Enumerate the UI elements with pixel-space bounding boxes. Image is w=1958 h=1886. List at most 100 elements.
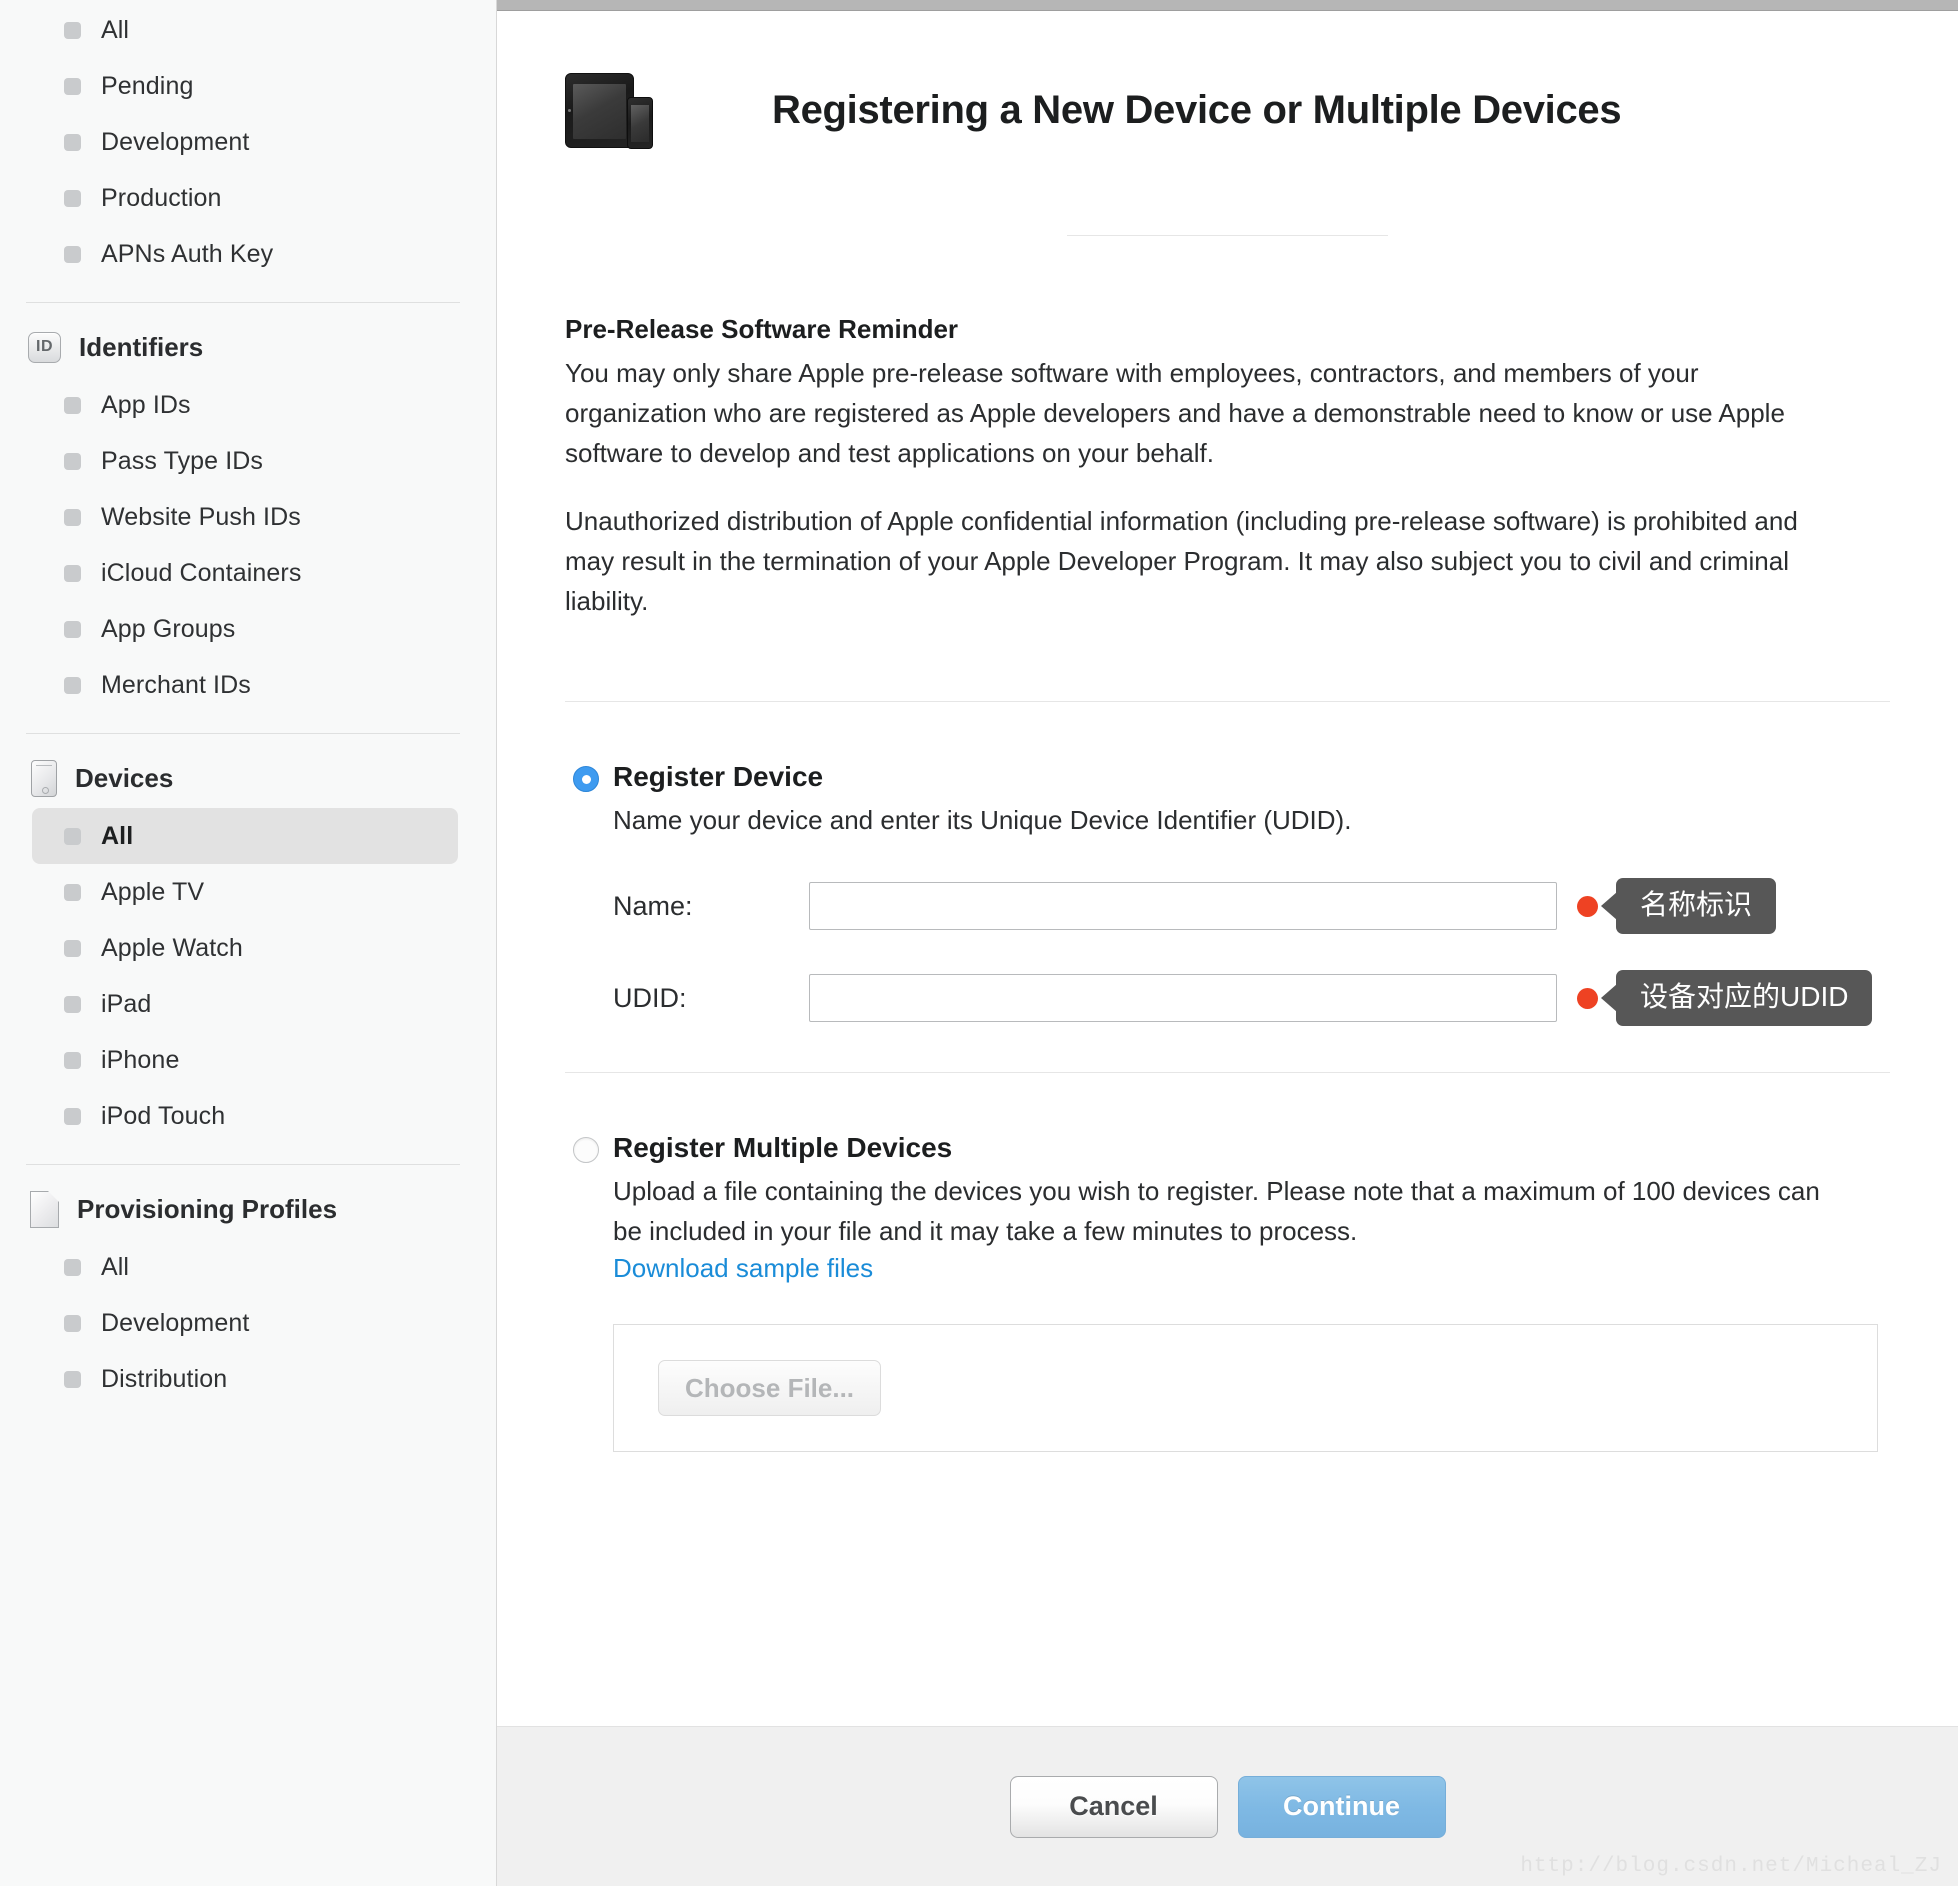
file-upload-box: Choose File... <box>613 1324 1878 1452</box>
watermark-text: http://blog.csdn.net/Micheal_ZJ <box>1520 1855 1942 1878</box>
sidebar-item-pass-type-ids[interactable]: Pass Type IDs <box>32 433 458 489</box>
download-sample-files-link[interactable]: Download sample files <box>613 1253 873 1284</box>
sidebar-item-apple-tv[interactable]: Apple TV <box>32 864 458 920</box>
udid-annotation-callout: 设备对应的UDID <box>1600 970 1873 1026</box>
sidebar-item-certificates-all[interactable]: All <box>32 2 458 58</box>
name-field-row: Name: 名称标识 <box>613 878 1890 934</box>
name-annotation-callout: 名称标识 <box>1600 878 1777 934</box>
cancel-button[interactable]: Cancel <box>1009 1775 1218 1838</box>
annotation-dot-icon <box>1577 987 1598 1009</box>
register-device-form: Name: 名称标识 UDID: 设备对应的UDID <box>613 878 1890 1026</box>
id-badge-icon: ID <box>28 331 61 363</box>
udid-input[interactable] <box>809 974 1557 1022</box>
bullet-icon <box>64 1051 81 1069</box>
sidebar-item-ipad[interactable]: iPad <box>32 976 458 1032</box>
sidebar-group-label: Devices <box>75 762 174 793</box>
bullet-icon <box>64 564 81 582</box>
sidebar-item-apns-auth-key[interactable]: APNs Auth Key <box>32 226 458 282</box>
sidebar-item-website-push-ids[interactable]: Website Push IDs <box>32 489 458 545</box>
sidebar-item-profiles-development[interactable]: Development <box>32 1295 458 1351</box>
sidebar-item-profiles-all[interactable]: All <box>32 1239 458 1295</box>
sidebar-item-label: Website Push IDs <box>101 502 301 531</box>
sidebar-item-label: App Groups <box>101 614 236 643</box>
notice-paragraph-2: Unauthorized distribution of Apple confi… <box>565 506 1798 616</box>
sidebar-divider <box>26 733 460 734</box>
register-multiple-section: Register Multiple Devices Upload a file … <box>497 1131 1958 1452</box>
sidebar: All Pending Development Production APNs … <box>0 0 497 1886</box>
register-device-title: Register Device <box>613 761 824 792</box>
sidebar-item-app-ids[interactable]: App IDs <box>32 377 458 433</box>
sidebar-item-label: All <box>101 821 134 850</box>
bullet-icon <box>64 1107 81 1125</box>
sidebar-item-production[interactable]: Production <box>32 170 458 226</box>
sidebar-group-identifiers: ID Identifiers <box>0 321 496 373</box>
bullet-icon <box>64 676 81 694</box>
notice-paragraph-1: You may only share Apple pre-release sof… <box>565 358 1785 468</box>
sidebar-item-label: App IDs <box>101 390 191 419</box>
sidebar-item-label: Development <box>101 1308 250 1337</box>
sidebar-item-merchant-ids[interactable]: Merchant IDs <box>32 657 458 713</box>
bullet-icon <box>64 77 81 95</box>
notice-section: Pre-Release Software Reminder You may on… <box>497 314 1958 621</box>
sidebar-item-label: Development <box>101 127 250 156</box>
register-multiple-option[interactable]: Register Multiple Devices Upload a file … <box>565 1131 1890 1284</box>
sidebar-group-provisioning-profiles: Provisioning Profiles <box>0 1183 496 1235</box>
page-header: Registering a New Device or Multiple Dev… <box>497 11 1958 149</box>
document-icon <box>30 1190 59 1228</box>
register-device-option[interactable]: Register Device Name your device and ent… <box>565 760 1890 1026</box>
bullet-icon <box>64 1370 81 1388</box>
udid-field-label: UDID: <box>613 982 687 1013</box>
sidebar-group-label: Provisioning Profiles <box>77 1193 338 1224</box>
sidebar-item-development[interactable]: Development <box>32 114 458 170</box>
bullet-icon <box>64 939 81 957</box>
bullet-icon <box>64 133 81 151</box>
sidebar-item-profiles-distribution[interactable]: Distribution <box>32 1351 458 1407</box>
sidebar-item-icloud-containers[interactable]: iCloud Containers <box>32 545 458 601</box>
continue-button[interactable]: Continue <box>1237 1775 1446 1838</box>
bullet-icon <box>64 1258 81 1276</box>
register-multiple-radio[interactable] <box>573 1137 599 1163</box>
register-multiple-title: Register Multiple Devices <box>613 1132 953 1163</box>
sidebar-item-label: Apple TV <box>101 877 205 906</box>
sidebar-item-app-groups[interactable]: App Groups <box>32 601 458 657</box>
bullet-icon <box>64 1314 81 1332</box>
sidebar-item-devices-all[interactable]: All <box>32 808 458 864</box>
header-divider <box>1067 235 1388 236</box>
bullet-icon <box>64 21 81 39</box>
dialog-footer: Cancel Continue http://blog.csdn.net/Mic… <box>497 1726 1958 1886</box>
sidebar-item-apple-watch[interactable]: Apple Watch <box>32 920 458 976</box>
sidebar-item-label: iPod Touch <box>101 1101 226 1130</box>
sidebar-item-label: iCloud Containers <box>101 558 302 587</box>
notice-heading: Pre-Release Software Reminder <box>565 314 959 344</box>
sidebar-item-label: APNs Auth Key <box>101 239 274 268</box>
sidebar-item-label: Production <box>101 183 222 212</box>
register-device-description: Name your device and enter its Unique De… <box>613 805 1352 835</box>
ipad-iphone-icon <box>565 71 660 149</box>
bullet-icon <box>64 508 81 526</box>
page-title: Registering a New Device or Multiple Dev… <box>772 87 1622 132</box>
bullet-icon <box>64 189 81 207</box>
choose-file-button[interactable]: Choose File... <box>658 1360 882 1416</box>
bullet-icon <box>64 452 81 470</box>
sidebar-item-label: iPad <box>101 989 152 1018</box>
dialog-titlebar <box>497 0 1958 11</box>
sidebar-item-label: Pending <box>101 71 194 100</box>
device-registration-screen: All Pending Development Production APNs … <box>0 0 1958 1886</box>
sidebar-group-label: Identifiers <box>79 331 204 362</box>
name-input[interactable] <box>809 882 1557 930</box>
content-area: Registering a New Device or Multiple Dev… <box>497 11 1958 1726</box>
sidebar-top-list: All Pending Development Production APNs … <box>0 2 496 282</box>
sidebar-item-ipod-touch[interactable]: iPod Touch <box>32 1088 458 1144</box>
sidebar-item-label: All <box>101 1252 130 1281</box>
sidebar-item-label: Pass Type IDs <box>101 446 264 475</box>
sidebar-item-label: Apple Watch <box>101 933 243 962</box>
sidebar-divider <box>26 302 460 303</box>
annotation-dot-icon <box>1577 895 1598 917</box>
register-multiple-description: Upload a file containing the devices you… <box>613 1176 1820 1246</box>
mobile-device-icon <box>31 759 57 797</box>
register-device-radio[interactable] <box>573 766 599 792</box>
bullet-icon <box>64 995 81 1013</box>
sidebar-item-iphone[interactable]: iPhone <box>32 1032 458 1088</box>
name-field-label: Name: <box>613 890 693 921</box>
sidebar-item-pending[interactable]: Pending <box>32 58 458 114</box>
